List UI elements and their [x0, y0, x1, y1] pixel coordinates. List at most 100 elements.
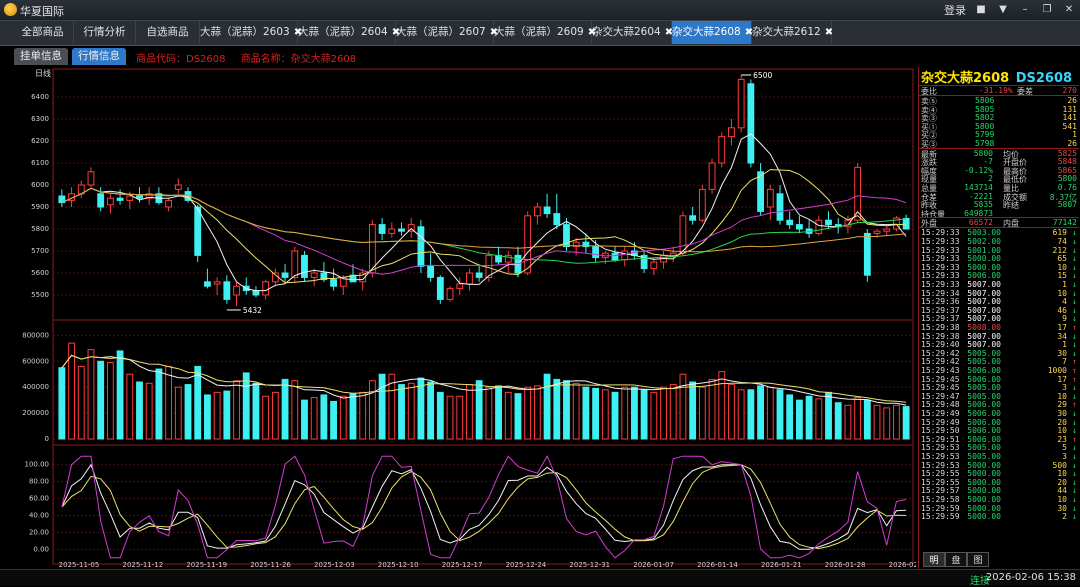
candle-body — [776, 193, 784, 221]
tab-label: 全部商品 — [21, 26, 64, 38]
tab-7[interactable]: 杂交大蒜2604 ✖ — [592, 21, 673, 44]
candle-body — [524, 215, 532, 274]
volume-bar — [165, 365, 173, 440]
candle-body — [281, 272, 289, 278]
kline-chart[interactable]: 日线 5500 5600 5700 5800 5900 6000 6100 6200 6300 64… — [13, 67, 930, 569]
candle-body — [252, 290, 260, 296]
tab-label: 杂交大蒜2608 — [672, 26, 741, 38]
candle-body — [262, 281, 270, 296]
price-tick: 6300 — [31, 115, 49, 123]
candle-body — [106, 197, 114, 206]
candle-body — [883, 228, 891, 232]
volume-bar — [737, 389, 745, 440]
volume-bar — [834, 402, 842, 440]
candle-body — [795, 224, 803, 230]
date-tick: 2026-01-21 — [761, 561, 802, 569]
volume-bar — [495, 385, 502, 440]
candle-body — [825, 219, 832, 226]
volume-bar — [533, 385, 541, 440]
date-tick: 2025-12-31 — [569, 561, 610, 569]
volume-bar — [252, 382, 260, 440]
shirt-icon[interactable]: ■ — [974, 3, 988, 17]
osc-tick: 0.00 — [33, 545, 49, 553]
volume-bar — [155, 368, 163, 440]
volume-bar — [631, 386, 638, 440]
volume-bar — [660, 386, 667, 440]
volume-bar — [223, 390, 231, 440]
tick-price: 5000.00 — [967, 512, 1001, 522]
panel-tab-chart[interactable]: 图 — [967, 552, 989, 567]
tab-5[interactable]: 大蒜（泥蒜）2607 ✖ — [396, 21, 498, 44]
volume-bar — [689, 381, 697, 440]
candle-body — [417, 226, 425, 267]
candle-body — [116, 197, 124, 201]
volume-bar — [708, 378, 716, 440]
chart-background — [13, 67, 916, 569]
candle-body — [97, 193, 105, 208]
volume-bar — [77, 365, 85, 440]
tab-label: 杂交大蒜2612 — [752, 26, 821, 38]
tab-8[interactable]: 杂交大蒜2608 ✖ — [672, 21, 753, 44]
candle-body — [757, 171, 764, 212]
volume-bar — [339, 395, 347, 440]
candle-body — [301, 254, 308, 278]
price-tick: 6000 — [31, 181, 49, 189]
date-tick: 2025-11-05 — [59, 561, 100, 569]
volume-bar — [262, 395, 270, 440]
volume-bar — [281, 378, 289, 440]
tab-0[interactable]: 全部商品 — [12, 21, 74, 44]
candle-body — [679, 215, 687, 254]
tab-close-icon[interactable]: ✖ — [825, 27, 833, 38]
volume-bar — [747, 389, 755, 440]
candle-body — [233, 285, 240, 296]
volume-bar — [776, 389, 784, 440]
price-tick: 5700 — [31, 247, 49, 255]
volume-bar — [184, 384, 192, 440]
close-icon[interactable]: ✕ — [1062, 3, 1076, 17]
candle-body — [873, 230, 881, 234]
subtab-orders[interactable]: 挂单信息 — [14, 48, 68, 65]
dropdown-icon[interactable]: ▼ — [996, 3, 1010, 17]
volume-bar — [698, 386, 706, 440]
tab-label: 行情分析 — [83, 26, 126, 38]
volume-bar — [718, 371, 726, 440]
candle-body — [708, 162, 716, 190]
panel-tab-book[interactable]: 盘 — [945, 552, 967, 567]
login-link[interactable]: 登录 — [944, 2, 966, 18]
volume-bar — [174, 386, 182, 440]
volume-bar — [640, 389, 648, 440]
date-tick: 2025-12-24 — [506, 561, 547, 569]
subtab-quotes[interactable]: 行情信息 — [72, 48, 126, 65]
candle-body — [533, 206, 541, 217]
volume-bar — [524, 386, 532, 440]
volume-bar — [883, 407, 891, 440]
osc-tick: 40.00 — [29, 511, 49, 519]
candle-body — [766, 188, 774, 208]
candle-body — [475, 272, 483, 278]
volume-bar — [417, 377, 425, 440]
candle-body — [388, 228, 396, 234]
volume-bar — [728, 384, 735, 440]
restore-icon[interactable]: ❐ — [1040, 3, 1054, 17]
candle-body — [737, 78, 745, 129]
tab-3[interactable]: 大蒜（泥蒜）2603 ✖ — [200, 21, 302, 44]
volume-bar — [795, 399, 803, 440]
tab-4[interactable]: 大蒜（泥蒜）2604 ✖ — [298, 21, 400, 44]
minimize-icon[interactable]: – — [1018, 3, 1032, 17]
tab-2[interactable]: 自选商品 — [136, 21, 200, 44]
low-annotation: 5432 — [243, 306, 262, 315]
date-tick: 2026-02-06 — [889, 561, 916, 569]
panel-tab-detail[interactable]: 明 — [923, 552, 945, 567]
candle-body — [427, 265, 435, 278]
tab-9[interactable]: 杂交大蒜2612 ✖ — [752, 21, 833, 44]
volume-bar — [766, 386, 774, 440]
volume-bar — [378, 373, 386, 440]
candle-body — [165, 199, 173, 208]
volume-bar — [58, 367, 66, 440]
volume-bar — [349, 393, 357, 440]
tab-6[interactable]: 大蒜（泥蒜）2609 ✖ — [494, 21, 596, 44]
kline-chart-area[interactable]: 日线 5500 5600 5700 5800 5900 6000 6100 6200 6300 64… — [13, 67, 930, 569]
volume-bar — [291, 380, 299, 440]
candle-body — [213, 281, 221, 285]
tab-1[interactable]: 行情分析 — [74, 21, 136, 44]
